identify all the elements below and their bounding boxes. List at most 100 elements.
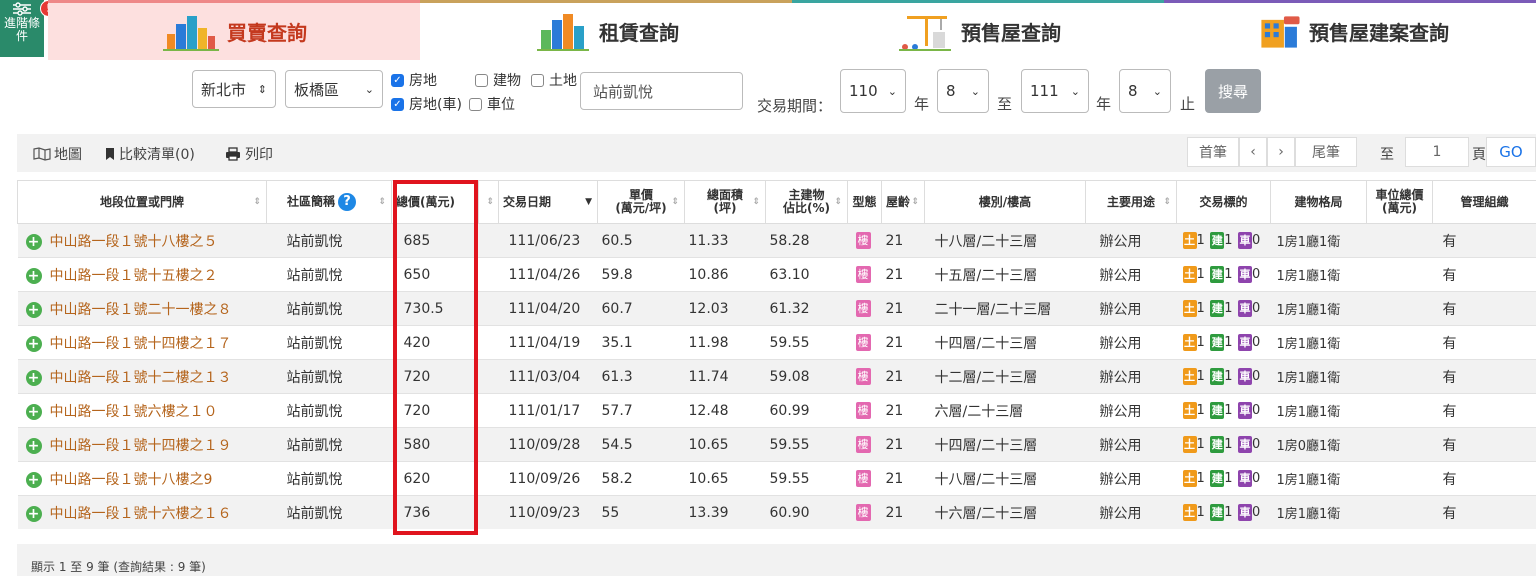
expand-plus-icon[interactable]: +	[25, 471, 42, 488]
col-total-price[interactable]: 總價(萬元)	[391, 180, 479, 224]
tab-rent[interactable]: 租賃查詢	[420, 0, 792, 60]
map-button-label: 地圖	[54, 147, 82, 163]
col-address[interactable]: 地段位置或門牌 ⇕	[17, 180, 267, 224]
cell-address[interactable]: + 中山路一段１號六樓之１０	[17, 393, 267, 428]
expand-plus-icon[interactable]: +	[25, 301, 42, 318]
printer-icon	[226, 147, 240, 161]
city-select[interactable]: 新北市 ⇕	[192, 70, 276, 108]
search-button[interactable]: 搜尋	[1205, 69, 1261, 113]
address-link[interactable]: 中山路一段１號十八樓之9	[50, 472, 213, 488]
next-page-button[interactable]: ›	[1267, 137, 1295, 167]
chk-land-building[interactable]: ✓ 房地	[391, 70, 437, 90]
table-row[interactable]: + 中山路一段１號十八樓之9 站前凱悅 620 110/09/26 58.2 10…	[17, 461, 1536, 496]
address-link[interactable]: 中山路一段１號十二樓之１３	[50, 370, 232, 386]
to-year-select[interactable]: 111 ⌄	[1021, 69, 1089, 113]
print-button[interactable]: 列印	[225, 144, 273, 164]
address-link[interactable]: 中山路一段１號十八樓之５	[50, 234, 218, 250]
expand-plus-icon[interactable]: +	[25, 369, 42, 386]
cell-address[interactable]: + 中山路一段１號十四樓之１７	[17, 325, 267, 360]
col-usage[interactable]: 主要用途 ⇕	[1085, 180, 1177, 224]
cell-address[interactable]: + 中山路一段１號十六樓之１６	[17, 495, 267, 529]
expand-plus-icon[interactable]: +	[25, 505, 42, 522]
cell-address[interactable]: + 中山路一段１號十八樓之５	[17, 223, 267, 258]
cell-area: 12.48	[684, 393, 766, 428]
expand-plus-icon[interactable]: +	[25, 233, 42, 250]
chk-land-building-car[interactable]: ✓ 房地(車)	[391, 94, 462, 114]
checkbox-icon[interactable]	[531, 73, 544, 87]
cell-community: 站前凱悅	[266, 257, 392, 292]
col-age[interactable]: 屋齡 ⇕	[881, 180, 925, 224]
cell-address[interactable]: + 中山路一段１號十八樓之9	[17, 461, 267, 496]
tab-presale-project[interactable]: 預售屋建案查詢	[1164, 0, 1536, 60]
expand-plus-icon[interactable]: +	[25, 403, 42, 420]
district-select[interactable]: 板橋區 ⌄	[285, 70, 383, 108]
from-month-select[interactable]: 8 ⌄	[937, 69, 989, 113]
cell-usage: 辦公用	[1085, 393, 1177, 428]
prev-page-button[interactable]: ‹	[1239, 137, 1267, 167]
cell-address[interactable]: + 中山路一段１號十二樓之１３	[17, 359, 267, 394]
chk-parking[interactable]: 車位	[469, 94, 515, 114]
page-number-input[interactable]: 1	[1405, 137, 1469, 167]
sort-icon: ⇕	[671, 197, 679, 207]
col-parking: 車位總價 (萬元)	[1366, 180, 1433, 224]
table-row[interactable]: + 中山路一段１號六樓之１０ 站前凱悅 720 111/01/17 57.7 12…	[17, 393, 1536, 428]
cell-parking	[1366, 325, 1433, 360]
cell-parking	[1366, 427, 1433, 462]
cell-mgmt: 有	[1432, 291, 1536, 326]
to-month-select[interactable]: 8 ⌄	[1119, 69, 1171, 113]
expand-plus-icon[interactable]: +	[25, 437, 42, 454]
checkbox-icon[interactable]	[469, 97, 482, 111]
cell-trade-date: 111/04/19	[498, 325, 598, 360]
checkbox-icon[interactable]	[475, 73, 488, 87]
table-row[interactable]: + 中山路一段１號十六樓之１６ 站前凱悅 736 110/09/23 55 13.…	[17, 495, 1536, 529]
col-unit-price[interactable]: 單價 (萬元/坪) ⇕	[597, 180, 685, 224]
expand-plus-icon[interactable]: +	[25, 335, 42, 352]
land-tag-icon: 土	[1182, 334, 1197, 351]
table-row[interactable]: + 中山路一段１號二十一樓之８ 站前凱悅 730.5 111/04/20 60.7…	[17, 291, 1536, 326]
address-link[interactable]: 中山路一段１號十六樓之１６	[50, 506, 232, 522]
col-community[interactable]: 社區簡稱? ⇕	[266, 180, 392, 224]
cell-type: 樓	[847, 359, 882, 394]
address-link[interactable]: 中山路一段１號二十一樓之８	[50, 302, 232, 318]
address-link[interactable]: 中山路一段１號十五樓之２	[50, 268, 218, 284]
checkbox-checked-icon[interactable]: ✓	[391, 73, 404, 87]
col-main-ratio[interactable]: 主建物 佔比(%) ⇕	[765, 180, 848, 224]
expand-plus-icon[interactable]: +	[25, 267, 42, 284]
cell-address[interactable]: + 中山路一段１號二十一樓之８	[17, 291, 267, 326]
keyword-input[interactable]: 站前凱悅	[580, 72, 743, 110]
address-link[interactable]: 中山路一段１號十四樓之１９	[50, 438, 232, 454]
address-link[interactable]: 中山路一段１號十四樓之１７	[50, 336, 232, 352]
tab-sale[interactable]: 買賣查詢	[48, 0, 420, 60]
col-trade-date[interactable]: 交易日期 ▼	[498, 180, 598, 224]
cell-main-ratio: 60.90	[765, 495, 848, 529]
table-row[interactable]: + 中山路一段１號十五樓之２ 站前凱悅 650 111/04/26 59.8 10…	[17, 257, 1536, 292]
chk-building[interactable]: 建物	[475, 70, 521, 90]
tab-presale[interactable]: 預售屋查詢	[792, 0, 1164, 60]
map-button[interactable]: 地圖	[33, 144, 82, 164]
table-row[interactable]: + 中山路一段１號十八樓之５ 站前凱悅 685 111/06/23 60.5 11…	[17, 223, 1536, 258]
table-row[interactable]: + 中山路一段１號十二樓之１３ 站前凱悅 720 111/03/04 61.3 1…	[17, 359, 1536, 394]
cell-address[interactable]: + 中山路一段１號十四樓之１９	[17, 427, 267, 462]
from-year-select[interactable]: 110 ⌄	[840, 69, 906, 113]
col-total-sort[interactable]: ⇕	[478, 180, 499, 224]
cell-total-price: 730.5	[391, 291, 479, 326]
help-icon[interactable]: ?	[338, 193, 357, 211]
table-row[interactable]: + 中山路一段１號十四樓之１７ 站前凱悅 420 111/04/19 35.1 1…	[17, 325, 1536, 360]
cell-total-price: 720	[391, 393, 479, 428]
first-page-button[interactable]: 首筆	[1187, 137, 1239, 167]
address-link[interactable]: 中山路一段１號六樓之１０	[50, 404, 218, 420]
go-page-button[interactable]: GO	[1486, 137, 1536, 167]
cell-community: 站前凱悅	[266, 291, 392, 326]
cell-mgmt: 有	[1432, 461, 1536, 496]
checkbox-checked-icon[interactable]: ✓	[391, 97, 404, 111]
col-area[interactable]: 總面積 (坪) ⇕	[684, 180, 766, 224]
last-page-button[interactable]: 尾筆	[1295, 137, 1357, 167]
compare-list-button[interactable]: 比較清單(0)	[105, 144, 195, 164]
chk-land[interactable]: 土地	[531, 70, 577, 90]
cell-total-price: 620	[391, 461, 479, 496]
col-floor: 樓別/樓高	[924, 180, 1086, 224]
table-row[interactable]: + 中山路一段１號十四樓之１９ 站前凱悅 580 110/09/28 54.5 1…	[17, 427, 1536, 462]
advanced-filter-button[interactable]: 進階條件	[0, 0, 44, 57]
type-building-badge: 樓	[855, 300, 871, 317]
cell-address[interactable]: + 中山路一段１號十五樓之２	[17, 257, 267, 292]
